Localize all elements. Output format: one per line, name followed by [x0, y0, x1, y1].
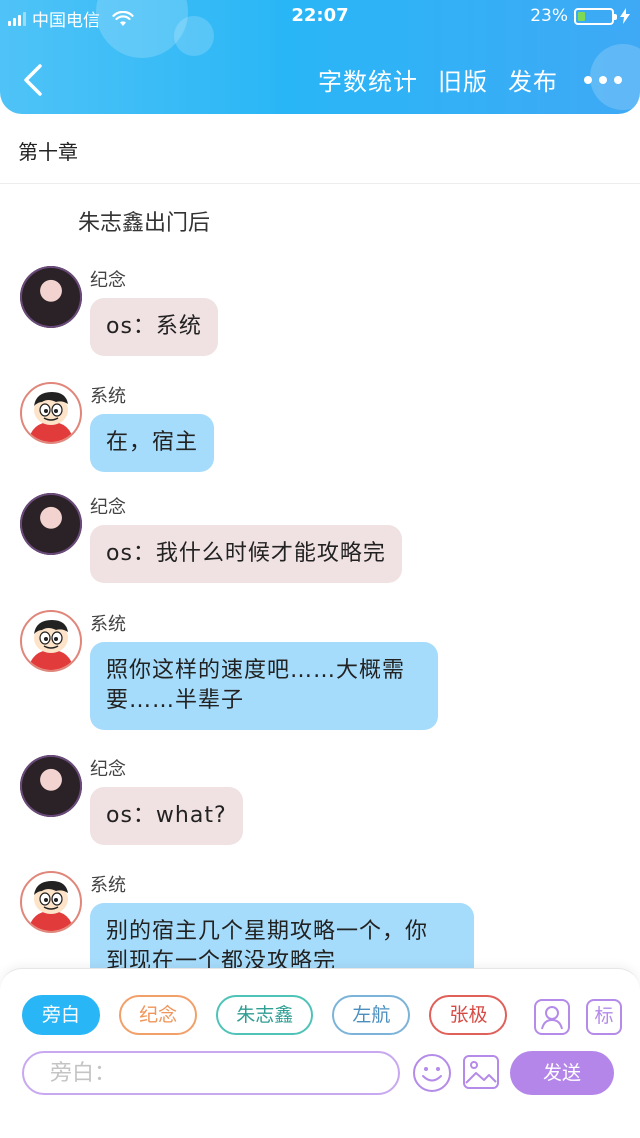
back-button[interactable] [18, 62, 52, 98]
sender-name: 系统 [90, 614, 126, 635]
message-bubble[interactable]: os：系统 [90, 298, 218, 356]
chapter-title[interactable]: 第十章 [18, 136, 78, 165]
battery-percent: 23% [530, 6, 568, 26]
girl-avatar [20, 266, 82, 328]
chapter-header: 第十章 [0, 114, 640, 184]
message-bubble[interactable]: os：我什么时候才能攻略完 [90, 525, 402, 583]
publish-button[interactable]: 发布 [508, 62, 558, 97]
status-right: 23% [530, 6, 630, 26]
person-card-icon[interactable] [534, 999, 570, 1035]
role-chip-narrator[interactable]: 旁白 [22, 995, 101, 1035]
smiley-icon[interactable] [412, 1053, 452, 1093]
message-bubble[interactable]: 照你这样的速度吧……大概需 要……半辈子 [90, 642, 438, 730]
message-bubble[interactable]: 在，宿主 [90, 414, 215, 472]
message-input[interactable] [22, 1051, 400, 1095]
girl-avatar [20, 755, 82, 817]
message-line: 照你这样的速度吧……大概需 [106, 658, 406, 683]
sender-name: 系统 [90, 386, 126, 407]
nav-actions: 字数统计 旧版 发布 [318, 62, 622, 97]
battery-fill [578, 11, 586, 21]
role-chip-zhangji[interactable]: 张极 [429, 995, 508, 1035]
image-icon[interactable] [462, 1053, 500, 1091]
charging-bolt-icon [620, 8, 630, 24]
role-selector: 旁白 纪念 朱志鑫 左航 张极 张 [22, 995, 522, 1037]
tag-button[interactable]: 标 [586, 999, 622, 1035]
message-bubble[interactable]: os：what? [90, 787, 243, 845]
cartoon-boy-avatar [20, 871, 82, 933]
top-header: 中国电信 22:07 23% 字数统计 旧版 发布 [0, 0, 640, 114]
narration-text[interactable]: 朱志鑫出门后 [78, 205, 210, 237]
status-bar: 中国电信 22:07 23% [0, 0, 640, 34]
more-dots-icon[interactable] [584, 65, 622, 95]
message-line: 要……半辈子 [106, 688, 245, 713]
chevron-left-icon [24, 64, 42, 96]
battery-icon [574, 7, 617, 25]
navigation-bar: 字数统计 旧版 发布 [0, 48, 640, 108]
girl-avatar [20, 493, 82, 555]
old-version-button[interactable]: 旧版 [438, 62, 488, 97]
role-chip-zhuzhixin[interactable]: 朱志鑫 [216, 995, 314, 1035]
cartoon-boy-avatar [20, 610, 82, 672]
message-line: 别的宿主几个星期攻略一个，你 [106, 919, 429, 944]
sender-name: 纪念 [90, 270, 126, 291]
send-button[interactable]: 发送 [510, 1051, 614, 1095]
role-chip-jinian[interactable]: 纪念 [119, 995, 198, 1035]
sender-name: 系统 [90, 875, 126, 896]
cartoon-boy-avatar [20, 382, 82, 444]
composer-panel: 旁白 纪念 朱志鑫 左航 张极 张 标 发送 [0, 968, 640, 1138]
word-count-button[interactable]: 字数统计 [318, 62, 418, 97]
role-chip-zuohang[interactable]: 左航 [332, 995, 411, 1035]
sender-name: 纪念 [90, 497, 126, 518]
sender-name: 纪念 [90, 759, 126, 780]
